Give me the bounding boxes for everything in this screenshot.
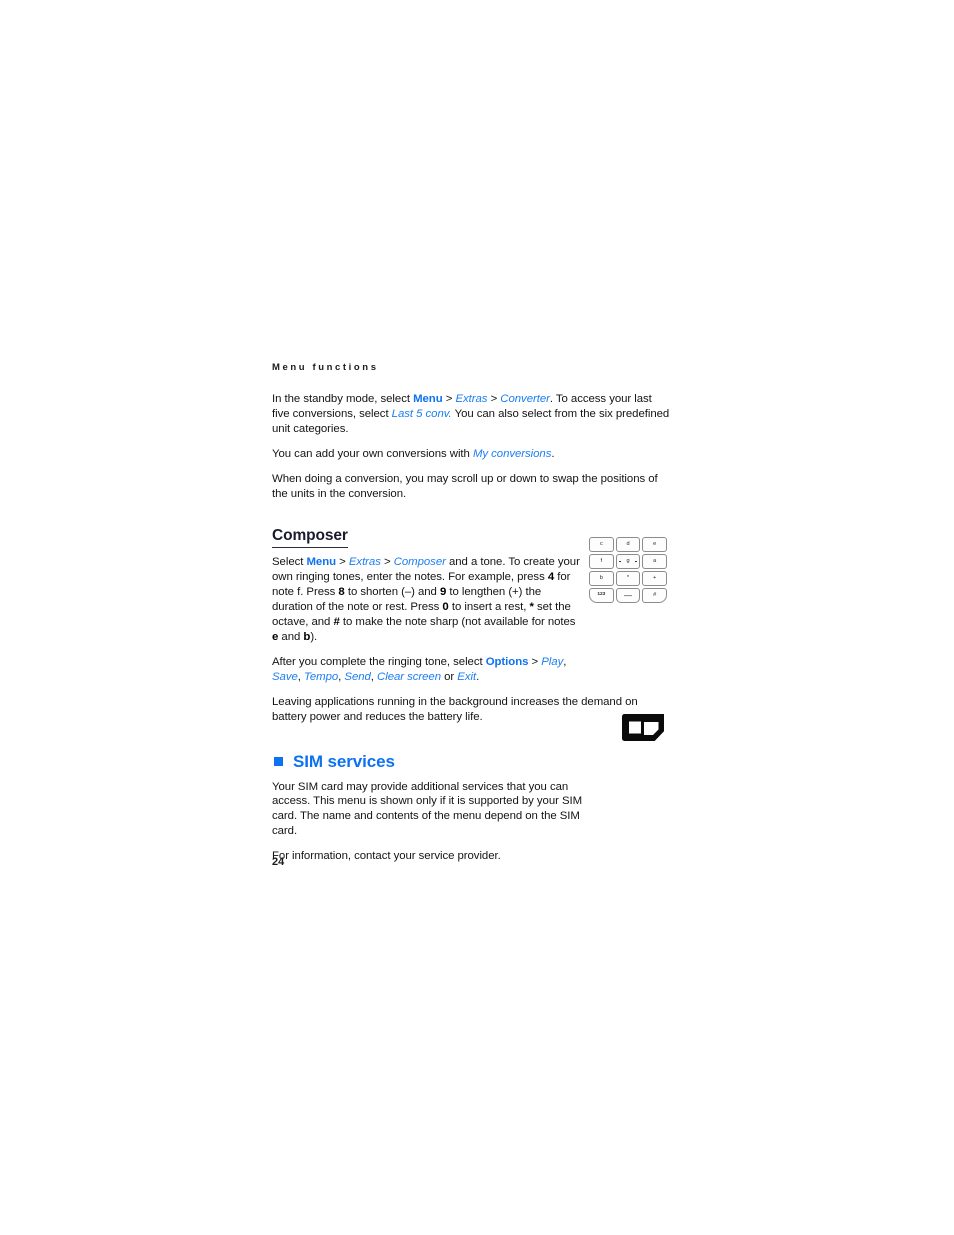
keypad-key-d: d bbox=[615, 537, 641, 552]
sim-card-icon bbox=[622, 714, 664, 741]
last-5-conv-link[interactable]: Last 5 conv. bbox=[392, 408, 452, 420]
composer-paragraph-2: After you complete the ringing tone, sel… bbox=[272, 655, 582, 685]
tempo-link[interactable]: Tempo bbox=[304, 671, 338, 683]
my-conversions-link[interactable]: My conversions bbox=[473, 448, 551, 460]
composer-paragraph-1: Select Menu > Extras > Composer and a to… bbox=[272, 555, 582, 644]
composer-heading: Composer bbox=[272, 527, 348, 549]
text-segment: You can add your own conversions with bbox=[272, 447, 473, 460]
composer-link[interactable]: Composer bbox=[394, 556, 446, 568]
text-segment: In the standby mode, select bbox=[272, 393, 414, 405]
gt-separator: > bbox=[528, 655, 542, 668]
menu-link[interactable]: Menu bbox=[413, 393, 443, 405]
send-link[interactable]: Send bbox=[344, 671, 370, 683]
keypad-key-a: a bbox=[642, 554, 668, 569]
converter-link[interactable]: Converter bbox=[500, 393, 550, 405]
text-segment: Select bbox=[272, 556, 307, 569]
keypad-row: f g a bbox=[589, 554, 668, 569]
nav-dot-right-icon bbox=[635, 560, 637, 563]
converter-paragraph-1: In the standby mode, select Menu > Extra… bbox=[272, 392, 672, 437]
keypad-key-plus: + bbox=[642, 571, 668, 586]
text-segment: and bbox=[278, 630, 304, 643]
keypad-key-b: b bbox=[589, 571, 614, 586]
comma: , bbox=[563, 655, 567, 668]
text-segment: to shorten (–) and bbox=[344, 586, 440, 599]
play-link[interactable]: Play bbox=[541, 656, 563, 668]
keypad-key-123: 123 bbox=[589, 588, 614, 603]
exit-link[interactable]: Exit bbox=[457, 671, 476, 683]
keypad-row: 123 — # bbox=[589, 588, 668, 603]
gt-separator: > bbox=[487, 393, 501, 405]
sim-services-paragraph-1: Your SIM card may provide additional ser… bbox=[272, 780, 583, 838]
keypad-key-g-label: g bbox=[626, 557, 630, 564]
sim-services-heading-label: SIM services bbox=[293, 751, 395, 771]
text-segment: or bbox=[441, 670, 458, 683]
menu-link[interactable]: Menu bbox=[306, 556, 336, 568]
keypad-key-dash: — bbox=[615, 588, 641, 603]
keypad-key-f: f bbox=[589, 554, 614, 569]
square-bullet-icon bbox=[274, 757, 283, 766]
gt-separator: > bbox=[380, 556, 394, 569]
keypad-row: c d e bbox=[589, 537, 668, 552]
running-header: Menu functions bbox=[272, 362, 379, 373]
document-page: { "header": { "running_title": "Menu fun… bbox=[0, 0, 954, 1235]
gt-separator: > bbox=[336, 556, 349, 569]
text-segment: . bbox=[551, 447, 555, 460]
text-segment: After you complete the ringing tone, sel… bbox=[272, 655, 486, 668]
text-segment: ). bbox=[310, 630, 318, 643]
extras-link[interactable]: Extras bbox=[455, 393, 487, 405]
page-number: 24 bbox=[272, 856, 285, 868]
nav-dot-left-icon bbox=[619, 560, 621, 563]
page-content: Menu functions In the standby mode, sele… bbox=[272, 362, 672, 874]
keypad-figure: c d e f g a b * + 123 — # bbox=[589, 537, 668, 607]
clear-screen-link[interactable]: Clear screen bbox=[377, 671, 441, 683]
keypad-key-g: g bbox=[615, 554, 641, 569]
converter-paragraph-2: You can add your own conversions with My… bbox=[272, 447, 672, 462]
keypad-key-star: * bbox=[615, 571, 641, 586]
keypad-key-c: c bbox=[589, 537, 614, 552]
sim-services-heading: SIM services bbox=[272, 752, 672, 772]
text-segment: to insert a rest, bbox=[448, 601, 530, 614]
composer-paragraph-3: Leaving applications running in the back… bbox=[272, 695, 638, 723]
text-segment: . bbox=[476, 670, 480, 683]
keypad-row: b * + bbox=[589, 571, 668, 586]
extras-link[interactable]: Extras bbox=[349, 556, 381, 568]
converter-paragraph-3: When doing a conversion, you may scroll … bbox=[272, 472, 658, 500]
keypad-key-e: e bbox=[642, 537, 668, 552]
save-link[interactable]: Save bbox=[272, 671, 298, 683]
options-link[interactable]: Options bbox=[486, 656, 529, 668]
gt-separator: > bbox=[442, 393, 456, 405]
sim-services-paragraph-2: For information, contact your service pr… bbox=[272, 850, 501, 863]
keypad-key-hash: # bbox=[642, 588, 668, 603]
text-segment: to make the note sharp (not available fo… bbox=[339, 616, 576, 629]
